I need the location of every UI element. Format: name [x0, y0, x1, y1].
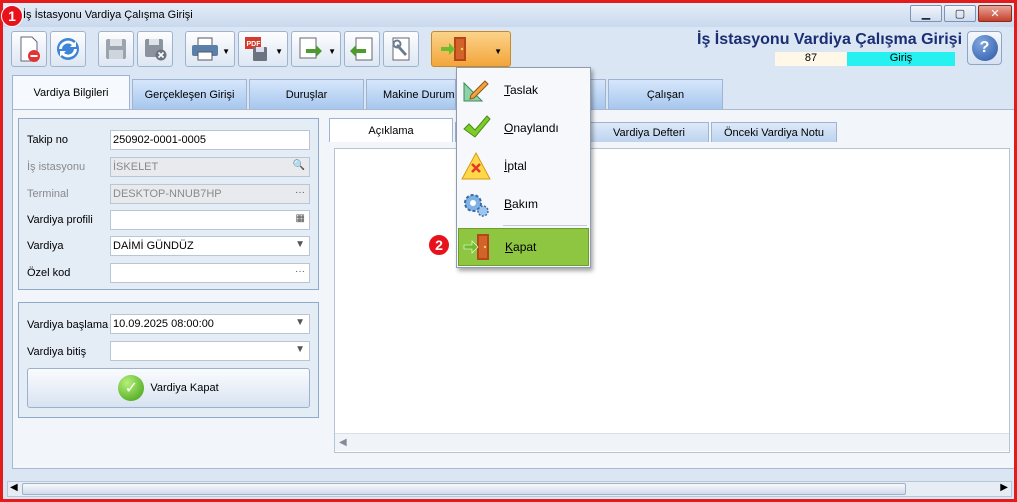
annotation-badge-1: 1	[1, 5, 23, 27]
window-controls: ▁ ▢ ✕	[910, 5, 1012, 22]
profil-field[interactable]: ▦	[110, 210, 310, 230]
menu-item-kapat[interactable]: Kapat	[458, 228, 589, 266]
export-button[interactable]: ▼	[291, 31, 341, 67]
tab-gerceklesen-girisi[interactable]: Gerçekleşen Girişi	[132, 79, 247, 109]
chevron-down-icon[interactable]: ▼	[222, 47, 230, 56]
menu-divider	[503, 225, 587, 226]
status-dropdown-menu: Taslak Onaylandı İptal Bakım Kapat	[456, 67, 591, 268]
print-icon	[192, 37, 218, 61]
istasyon-label: İş istasyonu	[27, 161, 86, 173]
save-delete-icon	[145, 39, 167, 61]
subtab-aciklama[interactable]: Açıklama	[329, 118, 453, 142]
checkmark-icon	[463, 115, 491, 138]
bitis-value: . . : :	[125, 357, 171, 360]
minimize-button[interactable]: ▁	[910, 5, 942, 22]
ozel-label: Özel kod	[27, 267, 71, 279]
pdf-save-button[interactable]: PDF ▼	[238, 31, 288, 67]
chevron-down-icon[interactable]: ▼	[275, 47, 283, 56]
profil-label: Vardiya profili	[27, 214, 93, 226]
scroll-left-icon[interactable]: ◀	[10, 482, 18, 493]
menu-item-iptal[interactable]: İptal	[458, 147, 589, 185]
tools-icon	[392, 37, 410, 61]
app-window: İş İstasyonu Vardiya Çalışma Girişi ▁ ▢ …	[0, 0, 1017, 502]
takip-label: Takip no	[27, 134, 68, 146]
refresh-icon	[57, 38, 79, 60]
main-tabs: Vardiya Bilgileri Gerçekleşen Girişi Dur…	[12, 75, 725, 109]
annotation-badge-2: 2	[428, 234, 450, 256]
draft-pencil-icon	[463, 80, 489, 102]
ellipsis-icon[interactable]: ···	[295, 266, 305, 277]
refresh-button[interactable]	[50, 31, 86, 67]
vardiya-kapat-button[interactable]: ✓ Vardiya Kapat	[27, 368, 310, 408]
page-title: İş İstasyonu Vardiya Çalışma Girişi	[697, 31, 963, 48]
save-delete-button[interactable]	[137, 31, 173, 67]
vardiya-kapat-label: Vardiya Kapat	[150, 382, 219, 394]
ellipsis-icon: ···	[295, 187, 305, 198]
scroll-thumb[interactable]	[22, 483, 906, 495]
door-exit-icon	[441, 37, 466, 61]
tab-vardiya-bilgileri[interactable]: Vardiya Bilgileri	[12, 75, 130, 109]
import-icon	[350, 37, 373, 61]
terminal-label: Terminal	[27, 188, 69, 200]
export-icon	[299, 37, 322, 59]
chevron-down-icon[interactable]: ▼	[295, 344, 305, 355]
menu-item-onaylandi[interactable]: Onaylandı	[458, 109, 589, 147]
status-menu-button[interactable]: ▼	[431, 31, 511, 67]
chevron-down-icon[interactable]: ▼	[494, 47, 502, 56]
terminal-field: DESKTOP-NNUB7HP ···	[110, 184, 310, 204]
warning-cancel-icon	[461, 151, 491, 180]
check-icon: ✓	[118, 375, 145, 401]
inner-horizontal-scrollbar[interactable]: ◀	[335, 433, 1009, 451]
bitis-field[interactable]: . . : : ▼	[110, 341, 310, 361]
vardiya-select[interactable]: DAİMİ GÜNDÜZ ▼	[110, 236, 310, 256]
calculator-icon[interactable]: ▦	[296, 213, 305, 224]
tools-button[interactable]	[383, 31, 419, 67]
istasyon-field: İSKELET 🔍	[110, 157, 310, 177]
scroll-left-icon[interactable]: ◀	[339, 437, 347, 448]
gear-icon	[464, 194, 489, 217]
aciklama-textarea[interactable]	[334, 148, 1010, 453]
chevron-down-icon[interactable]: ▼	[295, 239, 305, 250]
search-icon: 🔍	[292, 160, 305, 171]
print-button[interactable]: ▼	[185, 31, 235, 67]
door-exit-icon	[463, 234, 489, 260]
tab-makine-durumlari[interactable]: Makine Durumları	[366, 79, 456, 109]
main-horizontal-scrollbar[interactable]: ◀ ▶	[7, 481, 1012, 497]
save-icon	[106, 39, 126, 59]
toolbar: ▼ PDF ▼ ▼ ▼	[11, 29, 511, 69]
baslama-value: 10.09.2025 08:00:00	[113, 318, 214, 330]
baslama-field[interactable]: 10.09.2025 08:00:00 ▼	[110, 314, 310, 334]
title-bar[interactable]: İş İstasyonu Vardiya Çalışma Girişi ▁ ▢ …	[1, 1, 1016, 27]
pdf-save-icon: PDF	[245, 37, 267, 61]
record-number: 87	[775, 52, 847, 66]
new-doc-icon	[20, 36, 40, 62]
window-title: İş İstasyonu Vardiya Çalışma Girişi	[23, 9, 193, 21]
new-document-button[interactable]	[11, 31, 47, 67]
takip-field[interactable]: 250902-0001-0005	[110, 130, 310, 150]
terminal-value: DESKTOP-NNUB7HP	[113, 188, 222, 200]
baslama-label: Vardiya başlama	[27, 319, 109, 331]
save-button[interactable]	[98, 31, 134, 67]
vardiya-value: DAİMİ GÜNDÜZ	[113, 240, 194, 252]
menu-item-taslak[interactable]: Taslak	[458, 71, 589, 109]
import-button[interactable]	[344, 31, 380, 67]
tab-duruslar[interactable]: Duruşlar	[249, 79, 364, 109]
close-window-button[interactable]: ✕	[978, 5, 1012, 22]
chevron-down-icon[interactable]: ▼	[295, 317, 305, 328]
maximize-button[interactable]: ▢	[944, 5, 976, 22]
subtab-vardiya-defteri[interactable]: Vardiya Defteri	[589, 122, 709, 142]
chevron-down-icon[interactable]: ▼	[328, 47, 336, 56]
svg-text:PDF: PDF	[247, 41, 262, 48]
help-button[interactable]: ?	[967, 31, 1002, 65]
bitis-label: Vardiya bitiş	[27, 346, 87, 358]
scroll-right-icon[interactable]: ▶	[1000, 482, 1008, 493]
subtab-onceki-vardiya-notu[interactable]: Önceki Vardiya Notu	[711, 122, 837, 142]
menu-item-bakim[interactable]: Bakım	[458, 185, 589, 223]
status-badge: Giriş	[847, 52, 955, 66]
istasyon-value: İSKELET	[113, 161, 159, 173]
vardiya-label: Vardiya	[27, 240, 64, 252]
tab-calisan[interactable]: Çalışan	[608, 79, 723, 109]
ozel-field[interactable]: ···	[110, 263, 310, 283]
help-icon: ?	[971, 35, 998, 61]
